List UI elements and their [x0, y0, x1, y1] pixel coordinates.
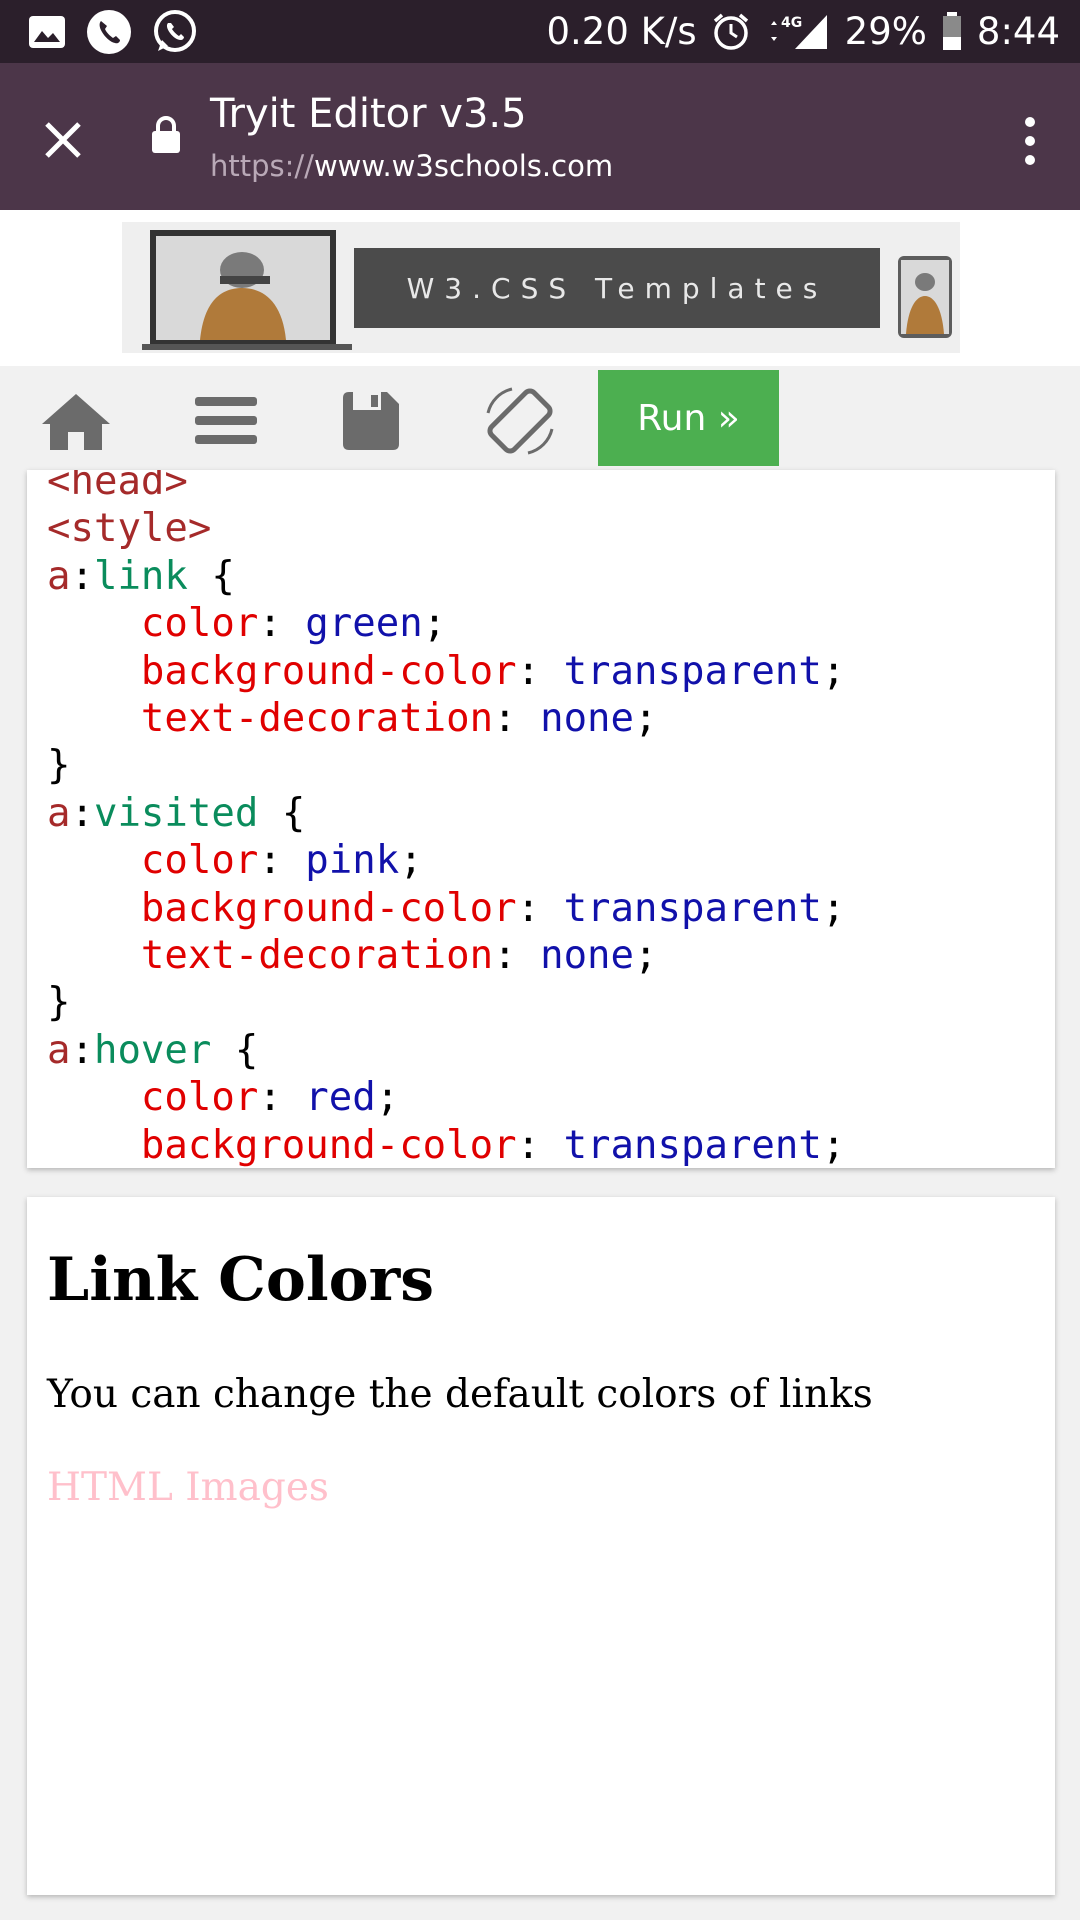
save-button[interactable]	[330, 386, 410, 456]
code-line: background-color: transparent;	[140, 885, 846, 931]
code-line: background-color: transparent;	[140, 648, 846, 694]
code-line: color: red;	[140, 1075, 400, 1121]
browser-toolbar: Tryit Editor v3.5 https://www.w3schools.…	[0, 63, 1080, 210]
url-scheme: https://	[210, 149, 314, 183]
close-icon	[45, 122, 81, 158]
save-icon	[343, 392, 399, 450]
laptop-image	[142, 230, 352, 350]
code-line: color: pink;	[140, 838, 423, 884]
selector-pseudo: link	[93, 553, 188, 599]
selector-pseudo: hover	[93, 1027, 212, 1073]
menu-button[interactable]	[186, 386, 266, 456]
css-property: text-decoration	[140, 696, 494, 742]
overflow-menu-button[interactable]	[1000, 103, 1060, 179]
signal-icon: 4G	[765, 11, 831, 51]
gallery-icon	[28, 15, 66, 49]
selector-element: a	[47, 553, 71, 599]
css-value: transparent	[563, 1122, 822, 1168]
ad-strip: W3.CSS Templates	[0, 210, 1080, 474]
code-line: color: green;	[140, 601, 447, 647]
network-type: 4G	[781, 15, 802, 31]
system-status: 0.20 K/s 4G 29% 8:44	[547, 8, 1061, 54]
code-line: a:hover {	[47, 1027, 259, 1073]
tag-close: >	[187, 506, 212, 552]
code-line: a:visited {	[47, 790, 306, 836]
selector-pseudo: visited	[93, 790, 259, 836]
code-line: <head>	[47, 470, 845, 505]
rotate-icon	[486, 387, 554, 455]
editor-toolbar: Run »	[0, 366, 1080, 470]
phone-icon	[86, 9, 132, 55]
code-line: a:link {	[47, 553, 235, 599]
selector-element: a	[47, 790, 71, 836]
code-line: }	[47, 742, 845, 789]
battery-icon	[941, 11, 963, 51]
network-speed: 0.20 K/s	[546, 9, 697, 53]
css-property: text-decoration	[140, 933, 494, 979]
ad-banner[interactable]: W3.CSS Templates	[122, 222, 960, 353]
css-value: pink	[305, 838, 400, 884]
phone-image	[898, 256, 952, 338]
run-button[interactable]: Run »	[598, 370, 779, 466]
menu-icon	[195, 397, 257, 444]
selector-element: a	[47, 1027, 71, 1073]
url-host: www.w3schools.com	[313, 149, 614, 183]
result-frame: Link Colors You can change the default c…	[27, 1197, 1055, 1895]
dot	[1025, 136, 1035, 146]
result-paragraph: You can change the default colors of lin…	[47, 1372, 873, 1417]
tag-open: <	[47, 506, 71, 552]
css-property: background-color	[140, 1122, 517, 1168]
css-value: red	[305, 1075, 376, 1121]
home-button[interactable]	[36, 386, 116, 456]
code-text[interactable]: <head> <style> a:link { color: green; back…	[47, 470, 845, 1168]
status-bar: 0.20 K/s 4G 29% 8:44	[0, 0, 1080, 63]
tag-name: style	[70, 506, 188, 552]
page-title: Tryit Editor v3.5	[210, 91, 527, 137]
css-value: none	[540, 933, 635, 979]
css-value: transparent	[563, 648, 822, 694]
css-property: background-color	[140, 648, 517, 694]
code-line: }	[47, 979, 845, 1026]
brace: }	[47, 743, 71, 789]
url-bar[interactable]: https://www.w3schools.com	[210, 149, 613, 183]
css-value: green	[305, 601, 423, 647]
lock-icon[interactable]	[150, 115, 182, 160]
css-property: background-color	[140, 885, 517, 931]
rotate-button[interactable]	[480, 386, 560, 456]
brace: }	[47, 980, 71, 1026]
alarm-icon	[711, 11, 751, 51]
code-line: <style>	[47, 505, 845, 552]
result-heading: Link Colors	[47, 1245, 435, 1315]
code-line: background-color: transparent;	[140, 1122, 846, 1168]
css-property: color	[140, 1075, 259, 1121]
ad-text: W3.CSS Templates	[354, 248, 880, 328]
tag-open: <	[47, 470, 71, 504]
code-line: text-decoration: none;	[140, 933, 658, 979]
css-value: none	[540, 696, 635, 742]
whatsapp-icon	[152, 9, 198, 55]
clock: 8:44	[976, 9, 1060, 53]
dot	[1025, 155, 1035, 165]
result-link[interactable]: HTML Images	[47, 1465, 329, 1510]
code-editor[interactable]: <head> <style> a:link { color: green; back…	[27, 470, 1055, 1168]
tag-close: >	[164, 470, 188, 504]
css-property: color	[140, 601, 259, 647]
css-value: transparent	[563, 885, 822, 931]
code-line: text-decoration: none;	[140, 696, 658, 742]
close-tab-button[interactable]	[34, 111, 92, 169]
home-icon	[42, 394, 110, 450]
battery-percent: 29%	[844, 9, 927, 53]
css-property: color	[140, 838, 259, 884]
notification-icons	[28, 10, 198, 54]
tag-name: head	[70, 470, 165, 504]
dot	[1025, 117, 1035, 127]
